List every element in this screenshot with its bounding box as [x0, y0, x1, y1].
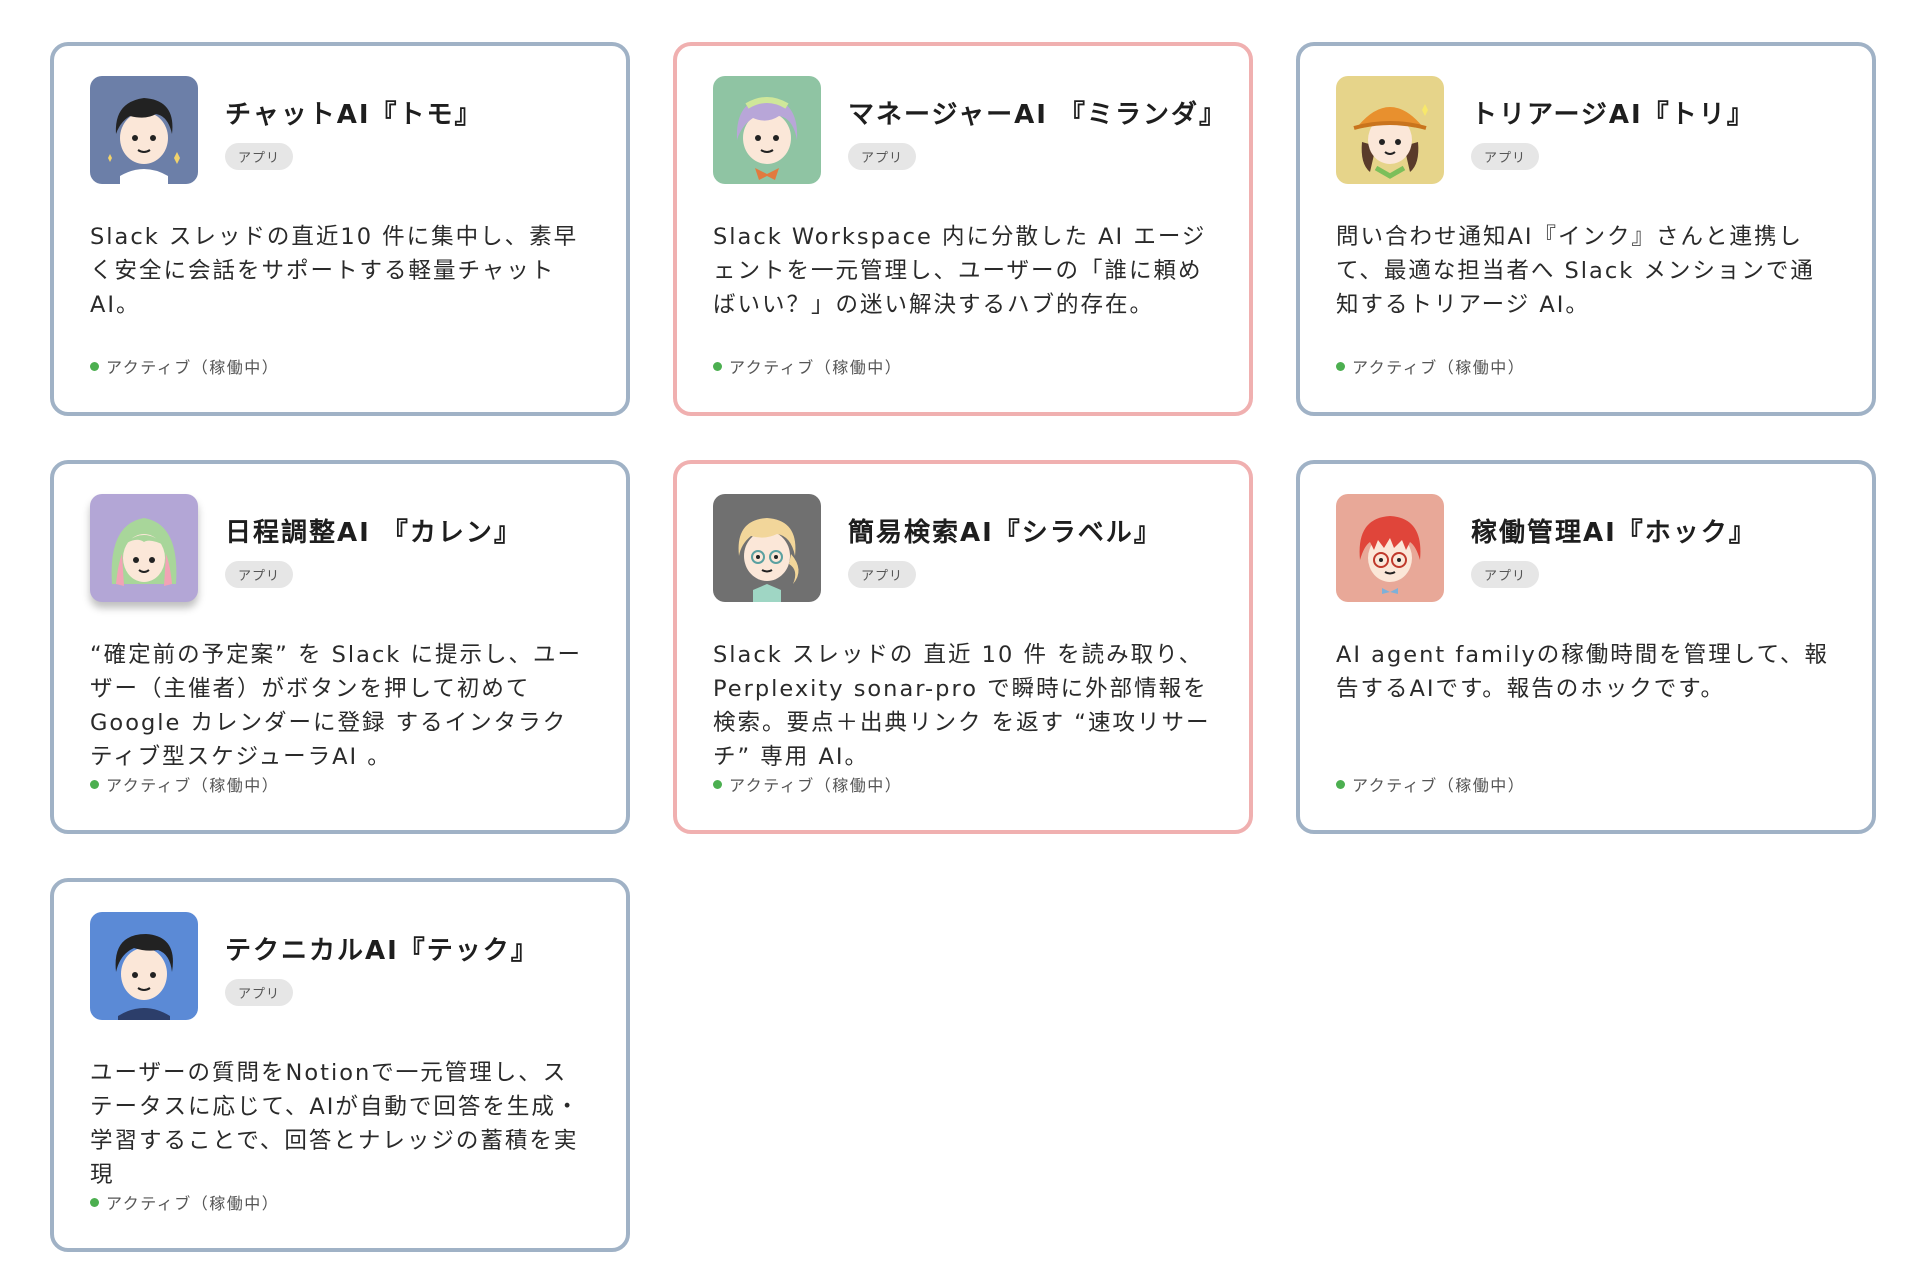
- app-badge: アプリ: [848, 143, 917, 170]
- avatar: [713, 494, 821, 602]
- avatar: [90, 76, 198, 184]
- agent-card-tomo[interactable]: チャットAI『トモ』 アプリ Slack スレッドの直近10 件に集中し、素早く…: [50, 42, 630, 416]
- avatar: [90, 912, 198, 1020]
- agent-card-hock[interactable]: 稼働管理AI『ホック』 アプリ AI agent familyの稼働時間を管理し…: [1296, 460, 1876, 834]
- status-dot-icon: [90, 779, 99, 789]
- app-badge: アプリ: [1471, 143, 1540, 170]
- card-title: チャットAI『トモ』: [225, 100, 483, 130]
- status-dot-icon: [1336, 361, 1345, 371]
- card-description: 問い合わせ通知AI『インク』さんと連携して、最適な担当者へ Slack メンショ…: [1336, 224, 1815, 318]
- agent-card-karen[interactable]: 日程調整AI 『カレン』 アプリ “確定前の予定案” を Slack に提示し、…: [50, 460, 630, 834]
- status-indicator: アクティブ（稼働中）: [713, 354, 902, 378]
- status-dot-icon: [713, 361, 722, 371]
- app-badge: アプリ: [225, 143, 294, 170]
- avatar: [713, 76, 821, 184]
- agent-card-miranda[interactable]: マネージャーAI 『ミランダ』 アプリ Slack Workspace 内に分散…: [673, 42, 1253, 416]
- agent-card-grid: チャットAI『トモ』 アプリ Slack スレッドの直近10 件に集中し、素早く…: [50, 42, 1876, 1252]
- card-title: テクニカルAI『テック』: [225, 936, 539, 966]
- card-description: Slack スレッドの直近10 件に集中し、素早く安全に会話をサポートする軽量チ…: [90, 224, 579, 318]
- status-indicator: アクティブ（稼働中）: [90, 354, 279, 378]
- avatar: [1336, 494, 1444, 602]
- status-indicator: アクティブ（稼働中）: [90, 1190, 279, 1214]
- agent-card-tori[interactable]: トリアージAI『トリ』 アプリ 問い合わせ通知AI『インク』さんと連携して、最適…: [1296, 42, 1876, 416]
- status-label: アクティブ（稼働中）: [1352, 776, 1526, 795]
- card-title: マネージャーAI 『ミランダ』: [848, 100, 1228, 130]
- card-description: AI agent familyの稼働時間を管理して、報告するAIです。報告のホッ…: [1336, 642, 1829, 702]
- status-indicator: アクティブ（稼働中）: [1336, 354, 1525, 378]
- avatar: [1336, 76, 1444, 184]
- status-label: アクティブ（稼働中）: [106, 358, 280, 377]
- status-label: アクティブ（稼働中）: [106, 776, 280, 795]
- card-title: 日程調整AI 『カレン』: [225, 518, 522, 548]
- card-title: 簡易検索AI『シラベル』: [848, 518, 1162, 548]
- status-indicator: アクティブ（稼働中）: [90, 772, 279, 796]
- status-label: アクティブ（稼働中）: [729, 358, 903, 377]
- status-dot-icon: [713, 779, 722, 789]
- card-title: 稼働管理AI『ホック』: [1471, 518, 1757, 548]
- agent-card-shiraberu[interactable]: 簡易検索AI『シラベル』 アプリ Slack スレッドの 直近 10 件 を読み…: [673, 460, 1253, 834]
- avatar: [90, 494, 198, 602]
- agent-card-tech[interactable]: テクニカルAI『テック』 アプリ ユーザーの質問をNotionで一元管理し、ステ…: [50, 878, 630, 1252]
- status-label: アクティブ（稼働中）: [1352, 358, 1526, 377]
- card-description: ユーザーの質問をNotionで一元管理し、ステータスに応じて、AIが自動で回答を…: [90, 1060, 581, 1188]
- status-dot-icon: [90, 1197, 99, 1207]
- app-badge: アプリ: [848, 561, 917, 588]
- app-badge: アプリ: [1471, 561, 1540, 588]
- card-description: “確定前の予定案” を Slack に提示し、ユーザー（主催者）がボタンを押して…: [90, 642, 582, 770]
- status-label: アクティブ（稼働中）: [729, 776, 903, 795]
- status-dot-icon: [90, 361, 99, 371]
- card-description: Slack Workspace 内に分散した AI エージェントを一元管理し、ユ…: [713, 224, 1207, 318]
- status-label: アクティブ（稼働中）: [106, 1194, 280, 1213]
- card-description: Slack スレッドの 直近 10 件 を読み取り、Perplexity son…: [713, 642, 1211, 770]
- status-indicator: アクティブ（稼働中）: [713, 772, 902, 796]
- app-badge: アプリ: [225, 979, 294, 1006]
- app-badge: アプリ: [225, 561, 294, 588]
- status-indicator: アクティブ（稼働中）: [1336, 772, 1525, 796]
- card-title: トリアージAI『トリ』: [1471, 100, 1755, 130]
- status-dot-icon: [1336, 779, 1345, 789]
